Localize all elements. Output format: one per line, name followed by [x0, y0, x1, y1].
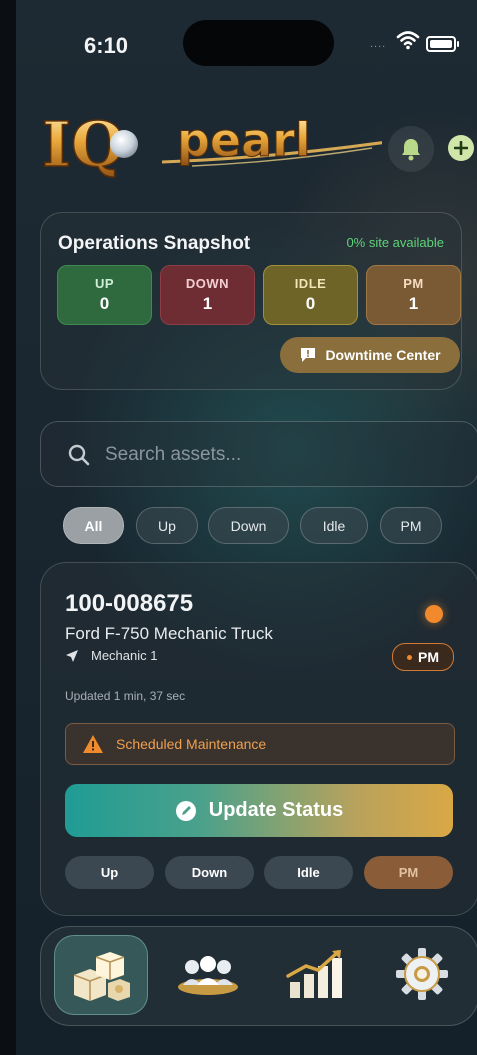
app-logo: IQ pearl — [42, 107, 382, 182]
site-availability: 0% site available — [346, 235, 444, 250]
analytics-chart-icon — [286, 950, 342, 998]
status-dot-icon — [425, 605, 443, 623]
search-bar[interactable] — [40, 421, 477, 487]
tile-label: IDLE — [294, 276, 327, 291]
downtime-center-button[interactable]: Downtime Center — [280, 337, 460, 373]
downtime-center-label: Downtime Center — [325, 347, 441, 363]
maintenance-alert: Scheduled Maintenance — [65, 723, 455, 765]
tile-count: 0 — [305, 294, 316, 313]
status-time: 6:10 — [84, 33, 129, 58]
filter-up[interactable]: Up — [136, 507, 198, 544]
tab-assets[interactable] — [54, 935, 148, 1015]
tile-count: 1 — [408, 294, 419, 313]
set-up-button[interactable]: Up — [65, 856, 154, 889]
tab-analytics[interactable] — [269, 935, 361, 1013]
badge-dot-icon — [407, 654, 412, 660]
pearl-icon — [110, 130, 138, 158]
battery-icon — [426, 36, 459, 52]
set-pm-button[interactable]: PM — [364, 856, 453, 889]
plus-icon — [454, 141, 468, 155]
set-idle-button[interactable]: Idle — [264, 856, 353, 889]
tile-label: UP — [94, 276, 115, 291]
tile-count: 0 — [99, 294, 110, 313]
update-status-button[interactable]: Update Status — [65, 784, 453, 837]
set-down-button[interactable]: Down — [165, 856, 254, 889]
filter-idle[interactable]: Idle — [300, 507, 368, 544]
status-tile-idle[interactable]: IDLE 0 — [263, 265, 358, 325]
edit-icon — [175, 800, 196, 821]
asset-location-label: Mechanic 1 — [91, 648, 158, 663]
filter-down[interactable]: Down — [208, 507, 289, 544]
add-button[interactable] — [448, 135, 474, 161]
tab-settings[interactable] — [376, 935, 468, 1013]
bottom-tab-bar — [40, 926, 477, 1026]
status-tile-up[interactable]: UP 0 — [57, 265, 152, 325]
search-icon — [68, 444, 90, 466]
update-status-label: Update Status — [208, 799, 344, 821]
app-screen: 6:10 .... IQ pearl Operations Snapshot 0… — [16, 0, 477, 1055]
asset-card[interactable]: 100-008675 Ford F-750 Mechanic Truck Mec… — [40, 562, 477, 916]
logo-wordmark: IQ pearl — [42, 107, 311, 182]
tile-label: DOWN — [185, 276, 230, 291]
asset-name: Ford F-750 Mechanic Truck — [65, 624, 273, 643]
status-badge-label: PM — [418, 649, 439, 665]
last-updated: Updated 1 min, 37 sec — [65, 689, 186, 703]
tile-label: PM — [403, 276, 424, 291]
asset-location: Mechanic 1 — [65, 648, 157, 663]
filter-all[interactable]: All — [63, 507, 124, 544]
team-icon — [178, 956, 238, 995]
filter-pm[interactable]: PM — [380, 507, 442, 544]
status-bar: 6:10 .... — [16, 0, 477, 80]
svg-text:pearl: pearl — [177, 113, 311, 167]
search-input[interactable] — [103, 436, 457, 474]
warning-icon — [83, 735, 103, 753]
bell-icon — [402, 139, 420, 161]
asset-id: 100-008675 — [65, 590, 194, 617]
status-tile-pm[interactable]: PM 1 — [366, 265, 461, 325]
status-tile-down[interactable]: DOWN 1 — [160, 265, 255, 325]
alert-text: Scheduled Maintenance — [116, 736, 267, 752]
notifications-button[interactable] — [388, 126, 434, 172]
dynamic-island — [183, 20, 334, 66]
status-badge: PM — [392, 643, 454, 671]
assets-cubes-icon — [73, 952, 130, 1001]
location-arrow-icon — [66, 649, 78, 662]
wifi-icon — [396, 31, 420, 50]
snapshot-title: Operations Snapshot — [58, 233, 251, 254]
operations-snapshot-card: Operations Snapshot 0% site available UP… — [40, 212, 462, 390]
signal-icon: .... — [370, 38, 387, 50]
tab-team[interactable] — [162, 935, 254, 1013]
tile-count: 1 — [202, 294, 213, 313]
message-alert-icon — [301, 348, 316, 362]
settings-gear-icon — [396, 948, 448, 1000]
